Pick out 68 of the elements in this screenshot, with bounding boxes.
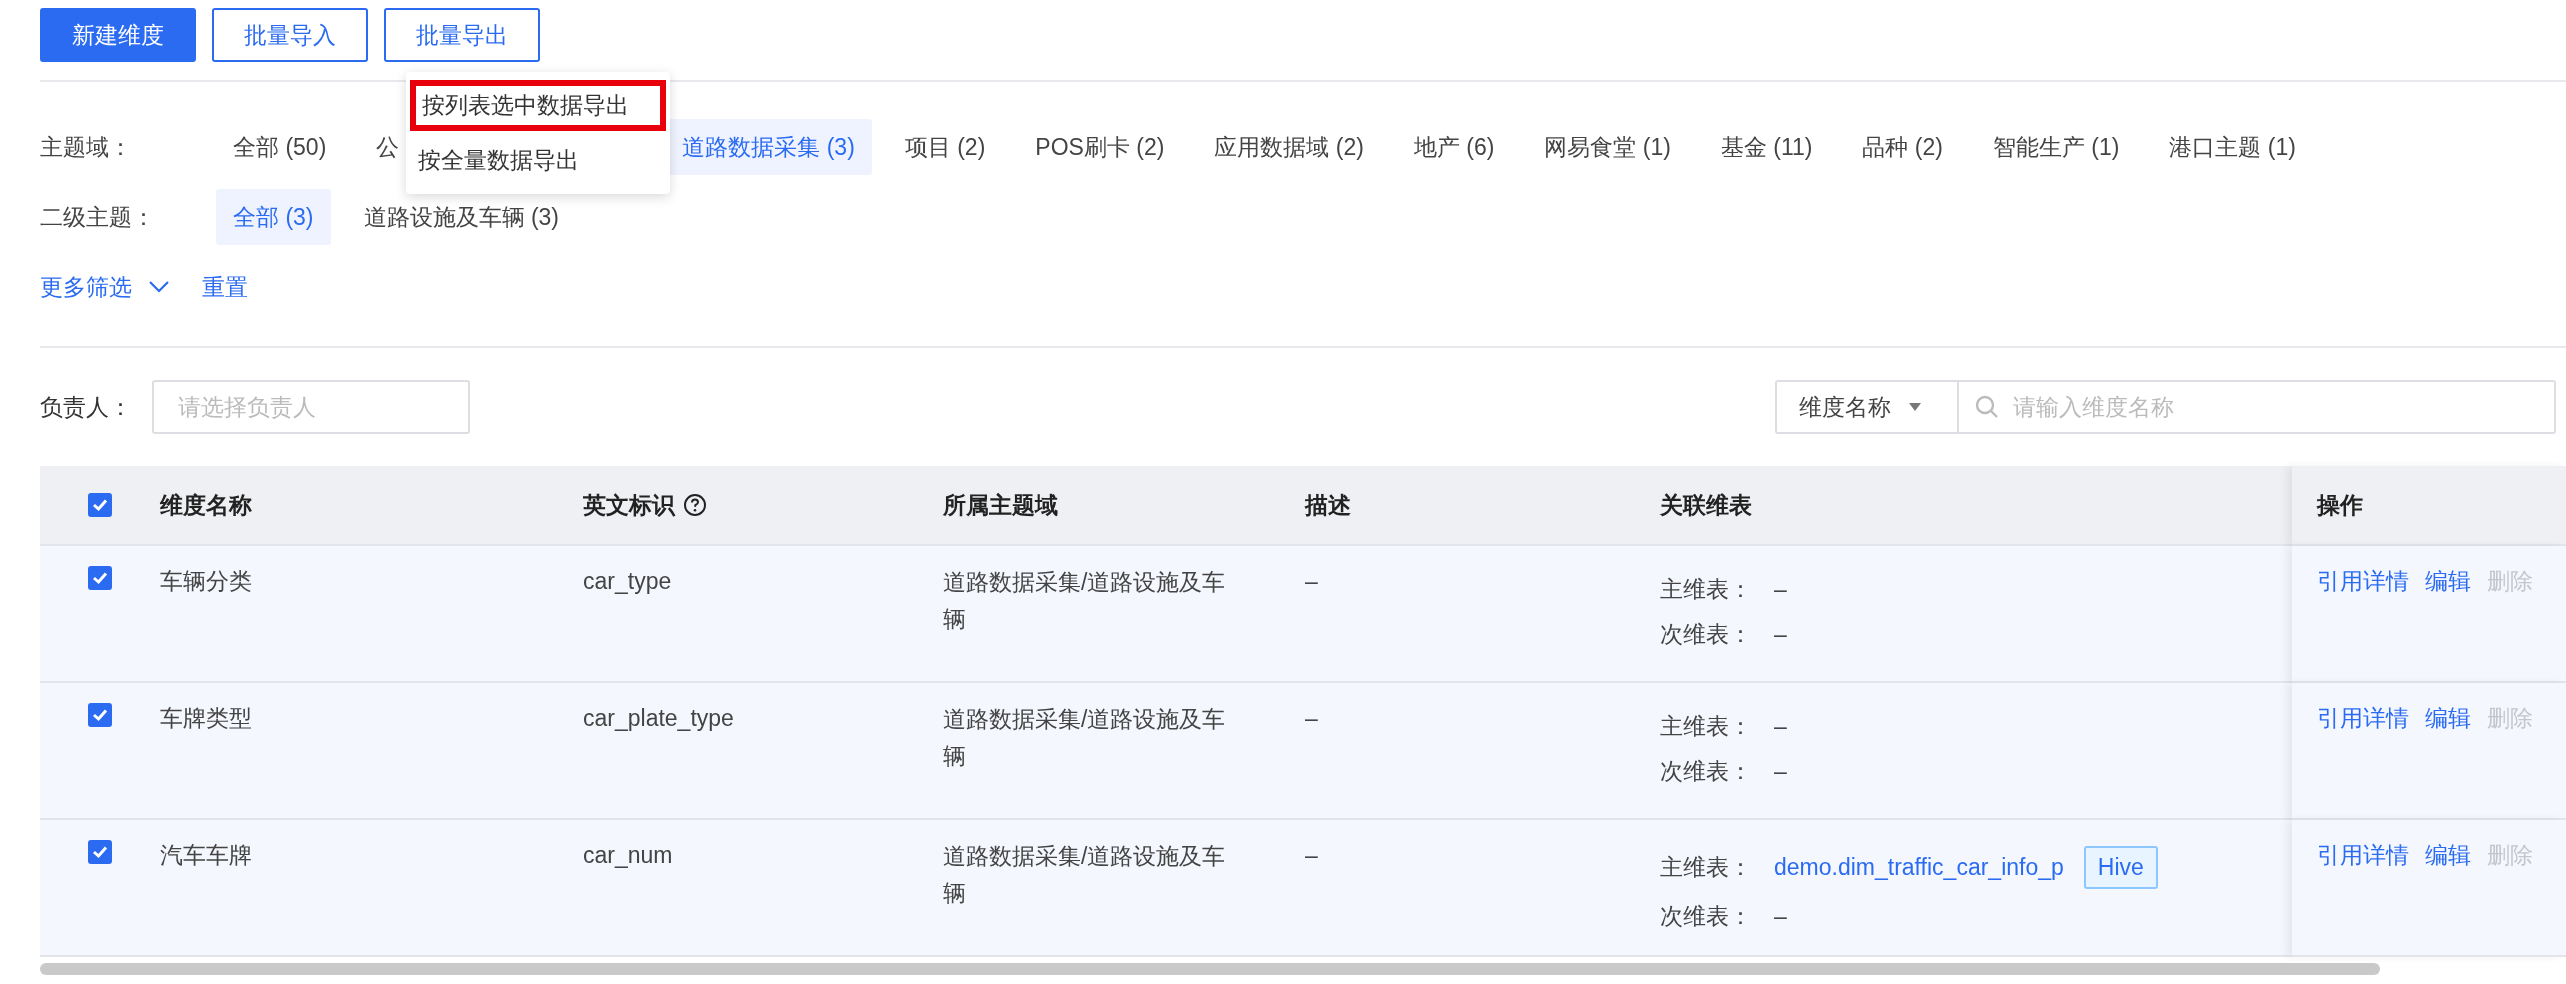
table-cell: car_plate_type xyxy=(583,705,734,731)
caret-icon xyxy=(1909,403,1921,411)
filter-label: 主题域： xyxy=(40,132,133,162)
column-header: 操作 xyxy=(2317,490,2363,520)
toolbar-button[interactable]: 新建维度 xyxy=(40,8,196,62)
checkbox[interactable] xyxy=(88,840,112,864)
filter-option[interactable]: 项目 (2) xyxy=(887,119,1003,175)
table-cell: car_num xyxy=(583,842,673,868)
table-cell: car_type xyxy=(583,568,672,594)
field-label: 次维表： xyxy=(1660,756,1752,786)
field-label: 主维表： xyxy=(1660,575,1752,604)
table-cell: 车牌类型 xyxy=(160,705,252,731)
filter-label: 负责人： xyxy=(40,392,133,422)
checkbox[interactable] xyxy=(88,493,112,517)
filter-option[interactable]: 地产 (6) xyxy=(1396,119,1512,175)
action-link[interactable]: 编辑 xyxy=(2425,701,2471,736)
action-link[interactable]: 引用详情 xyxy=(2317,701,2409,736)
action-link[interactable]: 编辑 xyxy=(2425,564,2471,599)
more-filters-link[interactable]: 更多筛选 xyxy=(40,269,170,305)
filter-option[interactable]: 港口主题 (1) xyxy=(2152,119,2313,175)
column-header: 英文标识 xyxy=(583,490,675,520)
filter-option[interactable]: 基金 (11) xyxy=(1703,119,1830,175)
column-header: 描述 xyxy=(1305,490,1351,520)
field-label: 次维表： xyxy=(1660,619,1752,649)
filter-option[interactable]: POS刷卡 (2) xyxy=(1018,119,1182,175)
chevron-down-icon xyxy=(148,280,170,294)
table-cell-text: – xyxy=(1774,901,1788,931)
filter-option[interactable]: 全部 (50) xyxy=(216,119,344,175)
table-cell-text: – xyxy=(1774,756,1787,786)
filter-option[interactable]: 应用数据域 (2) xyxy=(1197,119,1381,175)
field-label: 次维表： xyxy=(1660,901,1752,931)
checkbox[interactable] xyxy=(88,703,112,727)
toolbar-button[interactable]: 批量导入 xyxy=(212,8,368,62)
toolbar-button[interactable]: 批量导出 xyxy=(384,8,540,62)
table-cell-text: – xyxy=(1774,619,1787,649)
tag: Hive xyxy=(2083,846,2158,889)
filter-label: 二级主题： xyxy=(40,202,156,232)
filter-option[interactable]: 全部 (3) xyxy=(216,189,331,245)
owner-select[interactable]: 请选择负责人 xyxy=(152,380,470,434)
table-cell-text: – xyxy=(1774,712,1787,741)
table-cell-text: 道路数据采集/道路设施及车辆 xyxy=(943,842,1227,908)
table-cell: – xyxy=(1305,568,1318,594)
filter-option[interactable]: 网易食堂 (1) xyxy=(1527,119,1688,175)
search-icon xyxy=(1975,395,1999,419)
column-header: 关联维表 xyxy=(1660,490,1752,520)
column-header: 维度名称 xyxy=(160,490,252,520)
column-header: 所属主题域 xyxy=(943,490,1058,520)
field-label: 主维表： xyxy=(1660,853,1752,882)
table-cell: 车辆分类 xyxy=(160,568,252,594)
filter-option[interactable]: 智能生产 (1) xyxy=(1975,119,2137,175)
table-link[interactable]: demo.dim_traffic_car_info_p xyxy=(1774,850,2064,885)
table-cell: – xyxy=(1305,705,1318,731)
table-cell-text: 道路数据采集/道路设施及车辆 xyxy=(943,568,1227,634)
field-select[interactable]: 维度名称 xyxy=(1777,382,1959,432)
scrollbar[interactable] xyxy=(40,963,2380,975)
table-cell: 汽车车牌 xyxy=(160,842,252,868)
action-link[interactable]: 引用详情 xyxy=(2317,564,2409,599)
reset-link[interactable]: 重置 xyxy=(202,269,248,305)
menu-item[interactable]: 按列表选中数据导出 xyxy=(408,78,668,133)
action-link[interactable]: 编辑 xyxy=(2425,838,2471,873)
checkbox[interactable] xyxy=(88,566,112,590)
field-label: 主维表： xyxy=(1660,712,1752,741)
search-box[interactable]: 维度名称 请输入维度名称 xyxy=(1775,380,2556,434)
filter-option[interactable]: 品种 (2) xyxy=(1845,119,1960,175)
table-cell-text: 道路数据采集/道路设施及车辆 xyxy=(943,705,1227,771)
table-cell-text: – xyxy=(1774,575,1787,604)
table-cell: – xyxy=(1305,842,1318,868)
action-link[interactable]: 引用详情 xyxy=(2317,838,2409,873)
